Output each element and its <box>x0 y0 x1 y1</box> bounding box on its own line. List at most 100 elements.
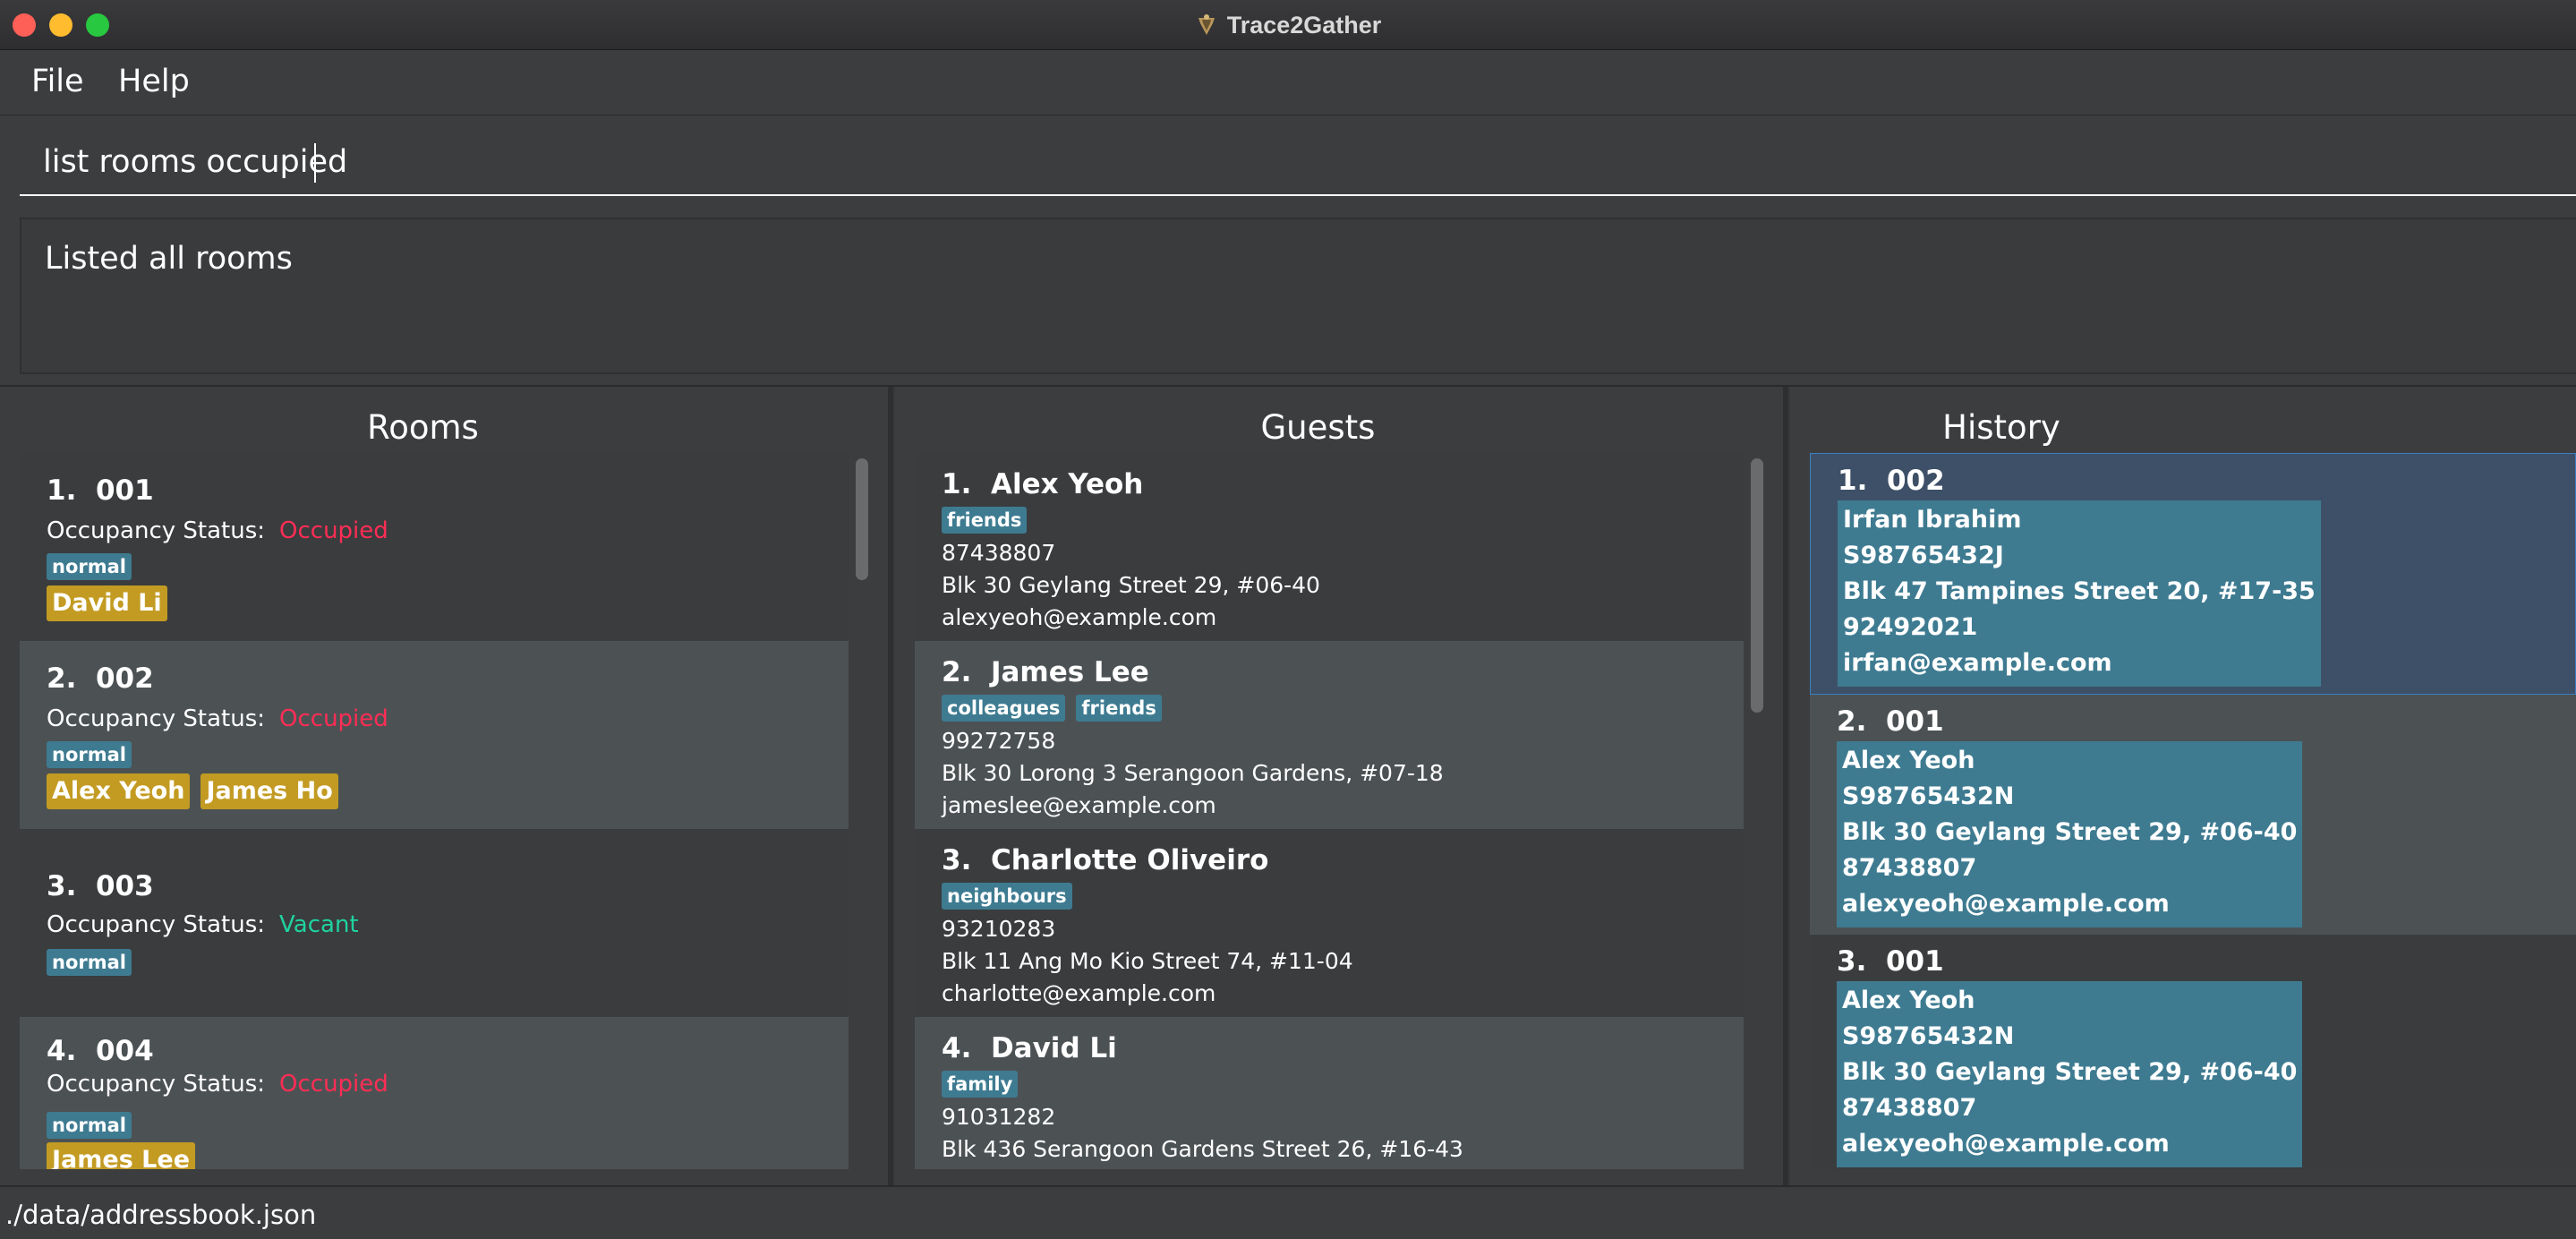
history-index: 2. <box>1837 705 1867 738</box>
guest-card[interactable]: 1. Alex Yeoh friends 87438807 Blk 30 Gey… <box>915 453 1744 641</box>
guest-tag: neighbours <box>942 883 1072 910</box>
menu-bar: File Help <box>0 51 2576 115</box>
history-guest-card: Irfan Ibrahim S98765432J Blk 47 Tampines… <box>1838 500 2321 687</box>
room-status: Occupancy Status: Occupied <box>47 1071 388 1098</box>
guests-panel-title: Guests <box>1260 408 1376 447</box>
history-card[interactable]: 2. 001 Alex Yeoh S98765432N Blk 30 Geyla… <box>1810 695 2576 935</box>
room-card[interactable]: 3. 003 Occupancy Status: Vacant normal <box>20 829 849 1017</box>
history-card-selected[interactable]: 1. 002 Irfan Ibrahim S98765432J Blk 47 T… <box>1810 453 2576 695</box>
guest-index: 2. <box>942 656 972 688</box>
guest-tags: friends <box>942 507 1744 534</box>
rooms-list[interactable]: 1. 001 Occupancy Status: Occupied normal … <box>20 453 849 1169</box>
command-input[interactable] <box>20 129 2576 196</box>
guest-card[interactable]: 3. Charlotte Oliveiro neighbours 9321028… <box>915 829 1744 1017</box>
history-list[interactable]: 1. 002 Irfan Ibrahim S98765432J Blk 47 T… <box>1810 453 2576 1169</box>
room-tag-row: normal <box>47 741 132 768</box>
room-card[interactable]: 2. 002 Occupancy Status: Occupied normal … <box>20 641 849 829</box>
guest-name: Charlotte Oliveiro <box>990 844 1269 876</box>
room-status: Occupancy Status: Occupied <box>47 705 388 732</box>
menu-file[interactable]: File <box>31 64 84 99</box>
occupant-tag: David Li <box>47 585 167 621</box>
guest-card-title: 4. David Li <box>942 1030 1744 1067</box>
guest-address: Blk 11 Ang Mo Kio Street 74, #11-04 <box>942 948 1353 974</box>
room-status-label: Occupancy Status: <box>47 1071 266 1098</box>
room-card-title: 1. 001 <box>47 474 154 507</box>
guest-address: Blk 436 Serangoon Gardens Street 26, #16… <box>942 1136 1463 1162</box>
history-guest-name: Alex Yeoh <box>1842 987 1975 1014</box>
history-guest-phone: 87438807 <box>1842 854 1977 882</box>
room-status: Occupancy Status: Vacant <box>47 911 359 938</box>
app-icon <box>1198 14 1215 35</box>
history-guest-phone: 92492021 <box>1843 613 1978 641</box>
guest-phone: 91031282 <box>942 1104 1056 1130</box>
guest-card-title: 2. James Lee <box>942 654 1744 691</box>
room-number: 002 <box>95 662 154 695</box>
history-guest-phone: 87438807 <box>1842 1094 1977 1122</box>
room-number: 004 <box>95 1035 154 1067</box>
room-card-title: 3. 003 <box>47 870 154 902</box>
room-number: 001 <box>95 474 154 507</box>
room-type-tag: normal <box>47 949 132 976</box>
rooms-scroll-thumb[interactable] <box>856 458 868 580</box>
guests-list[interactable]: 1. Alex Yeoh friends 87438807 Blk 30 Gey… <box>915 453 1744 1169</box>
guest-tags: family <box>942 1071 1744 1098</box>
room-tag-row: normal <box>47 1112 132 1139</box>
window-title-group: Trace2Gather <box>0 0 2576 50</box>
guest-card[interactable]: 4. David Li family 91031282 Blk 436 Sera… <box>915 1017 1744 1169</box>
result-display[interactable]: Listed all rooms <box>20 218 2576 374</box>
menu-help[interactable]: Help <box>118 64 190 99</box>
guest-card-title: 1. Alex Yeoh <box>942 466 1744 503</box>
room-tag-row: normal <box>47 553 132 580</box>
guest-card-title: 3. Charlotte Oliveiro <box>942 842 1744 879</box>
guest-index: 3. <box>942 844 972 876</box>
room-occupants: Alex Yeoh James Ho <box>47 773 338 809</box>
guest-phone: 93210283 <box>942 916 1056 942</box>
history-guest-name: Alex Yeoh <box>1842 747 1975 774</box>
guest-tag: friends <box>942 507 1028 534</box>
guests-scrollbar[interactable] <box>1749 458 1765 1175</box>
guest-email: jameslee@example.com <box>942 792 1216 818</box>
command-area <box>0 116 2576 206</box>
room-card[interactable]: 4. 004 Occupancy Status: Occupied normal … <box>20 1017 849 1169</box>
result-message: Listed all rooms <box>45 241 293 277</box>
guest-name: James Lee <box>990 656 1149 688</box>
room-status: Occupancy Status: Occupied <box>47 517 388 544</box>
history-card[interactable]: 3. 001 Alex Yeoh S98765432N Blk 30 Geyla… <box>1810 935 2576 1169</box>
history-room-number: 001 <box>1885 945 1944 978</box>
room-type-tag: normal <box>47 741 132 768</box>
room-index: 1. <box>47 474 77 507</box>
room-status-value: Vacant <box>279 911 359 938</box>
text-caret <box>314 143 316 183</box>
room-number: 003 <box>95 870 154 902</box>
save-location-path: ./data/addressbook.json <box>5 1200 317 1230</box>
history-guest-email: alexyeoh@example.com <box>1842 890 2170 918</box>
guest-address: Blk 30 Lorong 3 Serangoon Gardens, #07-1… <box>942 760 1444 786</box>
room-occupants: David Li <box>47 585 167 621</box>
guests-scroll-thumb[interactable] <box>1751 458 1763 713</box>
guest-phone: 87438807 <box>942 540 1056 566</box>
history-guest-address: Blk 47 Tampines Street 20, #17-35 <box>1843 577 2316 605</box>
rooms-scrollbar[interactable] <box>854 458 870 1175</box>
room-tag-row: normal <box>47 949 132 976</box>
history-guest-address: Blk 30 Geylang Street 29, #06-40 <box>1842 1058 2298 1086</box>
occupant-tag: Alex Yeoh <box>47 773 191 809</box>
guest-tags: colleagues friends <box>942 695 1744 722</box>
history-guest-name: Irfan Ibrahim <box>1843 506 2022 534</box>
room-occupants: James Lee <box>47 1142 196 1169</box>
guest-name: David Li <box>990 1032 1117 1064</box>
history-guest-id: S98765432J <box>1843 542 2004 569</box>
guest-address: Blk 30 Geylang Street 29, #06-40 <box>942 572 1320 598</box>
history-guest-email: irfan@example.com <box>1843 649 2112 677</box>
room-index: 4. <box>47 1035 77 1067</box>
room-status-value: Occupied <box>279 705 388 732</box>
panels-container: Rooms 1. 001 Occupancy Status: Occupied n… <box>0 385 2576 1187</box>
room-status-label: Occupancy Status: <box>47 911 266 938</box>
room-type-tag: normal <box>47 1112 132 1139</box>
guest-card[interactable]: 2. James Lee colleagues friends 99272758… <box>915 641 1744 829</box>
room-card[interactable]: 1. 001 Occupancy Status: Occupied normal … <box>20 453 849 641</box>
guest-email: alexyeoh@example.com <box>942 604 1217 630</box>
history-room-number: 001 <box>1885 705 1944 738</box>
room-index: 2. <box>47 662 77 695</box>
rooms-panel-title: Rooms <box>367 408 479 447</box>
title-bar: Trace2Gather <box>0 0 2576 50</box>
